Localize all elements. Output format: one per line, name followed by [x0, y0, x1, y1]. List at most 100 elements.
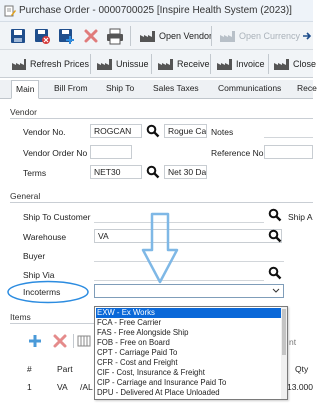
factory-icon — [140, 31, 155, 42]
search-icon[interactable] — [268, 229, 282, 243]
save-new-icon[interactable] — [58, 28, 74, 44]
reference-field[interactable] — [264, 145, 313, 159]
incoterm-option-fca[interactable]: FCA - Free Carrier — [96, 318, 286, 328]
search-icon[interactable] — [146, 124, 160, 138]
toolbar-separator — [130, 26, 131, 46]
notes-label: Notes — [211, 127, 234, 137]
arrow-right-icon[interactable] — [302, 31, 312, 41]
toolbar-separator — [151, 54, 152, 74]
incoterms-label: Incoterms — [23, 287, 61, 297]
items-toolbar-tail: nt — [289, 337, 297, 347]
unissue-button[interactable]: Unissue — [96, 57, 149, 71]
search-icon[interactable] — [146, 165, 160, 179]
vendor-divider — [10, 118, 313, 119]
invoice-label: Invoice — [236, 59, 265, 69]
vendor-order-field[interactable] — [90, 145, 132, 159]
invoice-icon — [217, 59, 232, 70]
incoterm-option-cip[interactable]: CIP - Carriage and Insurance Paid To — [96, 378, 286, 388]
vendor-name-field[interactable]: Rogue Can — [164, 124, 207, 138]
tab-strip: Main Bill From Ship To Sales Taxes Commu… — [0, 80, 317, 99]
incoterm-option-dpu[interactable]: DPU - Delivered At Place Unloaded — [96, 388, 286, 398]
invoice-button[interactable]: Invoice — [216, 57, 265, 71]
toolbar-separator — [268, 54, 269, 74]
incoterm-option-cfr[interactable]: CFR - Cost and Freight — [96, 358, 286, 368]
dropdown-scrollbar[interactable] — [281, 307, 287, 399]
buyer-field[interactable] — [94, 248, 284, 262]
col-qty-header: Qty — [295, 364, 309, 374]
open-vendor-label: Open Vendor — [159, 31, 213, 41]
toolbar-actions: Refresh Prices Unissue Receive Invoice C… — [0, 50, 316, 78]
save-icon[interactable] — [10, 28, 26, 44]
row-part[interactable]: /AL — [80, 382, 93, 392]
tab-main[interactable]: Main — [11, 80, 40, 99]
open-currency-button[interactable]: Open Currency — [219, 29, 300, 43]
refresh-prices-button[interactable]: Refresh Prices — [11, 57, 89, 71]
tab-rece[interactable]: Rece — [297, 83, 317, 93]
unissue-icon — [97, 59, 112, 70]
add-icon[interactable] — [27, 333, 43, 349]
ship-to-customer-label: Ship To Customer — [23, 212, 91, 222]
general-section-heading: General — [10, 191, 41, 201]
vendor-order-label: Vendor Order No — [23, 148, 88, 158]
grid-columns-icon[interactable] — [77, 335, 91, 347]
tab-communications[interactable]: Communications — [218, 83, 281, 93]
incoterms-dropdown-list: EXW - Ex Works FCA - Free Carrier FAS - … — [94, 306, 288, 400]
title-bar: Purchase Order - 0000700025 [Inspire Hea… — [0, 0, 313, 22]
print-icon[interactable] — [106, 27, 124, 45]
notes-field[interactable] — [264, 124, 313, 138]
col-hash-header: # — [27, 364, 32, 374]
remove-icon[interactable] — [52, 333, 68, 349]
incoterm-option-fas[interactable]: FAS - Free Alongside Ship — [96, 328, 286, 338]
delete-icon[interactable] — [83, 28, 99, 44]
toolbar-top: Open Vendor Open Currency — [0, 22, 313, 50]
toolbar-separator — [210, 54, 211, 74]
toolbar-separator — [211, 26, 212, 46]
search-icon[interactable] — [268, 266, 282, 280]
items-section-heading: Items — [10, 312, 31, 322]
terms-label: Terms — [23, 168, 47, 178]
incoterms-select[interactable] — [94, 284, 284, 298]
search-icon[interactable] — [268, 208, 282, 222]
close-order-icon — [274, 59, 289, 70]
buyer-label: Buyer — [23, 251, 46, 261]
ship-address-label: Ship A — [288, 212, 313, 222]
open-currency-label: Open Currency — [239, 31, 301, 41]
terms-field[interactable]: NET30 — [90, 165, 142, 179]
annotation-arrow-icon — [141, 212, 179, 284]
toolbar-separator — [73, 334, 74, 348]
terms-desc-field[interactable]: Net 30 Day — [164, 165, 207, 179]
refresh-prices-label: Refresh Prices — [30, 59, 90, 69]
tab-sales-taxes[interactable]: Sales Taxes — [153, 83, 199, 93]
close-label: Close — [293, 59, 317, 69]
vendor-no-field[interactable]: ROGCAN — [90, 124, 142, 138]
tab-bill-from[interactable]: Bill From — [54, 83, 88, 93]
chevron-down-icon[interactable] — [272, 288, 280, 294]
warehouse-label: Warehouse — [23, 232, 67, 242]
row-qty[interactable]: 13.000 — [287, 382, 313, 392]
items-divider — [10, 323, 94, 324]
receive-button[interactable]: Receive — [157, 57, 210, 71]
warehouse-field[interactable]: VA — [94, 229, 282, 243]
incoterm-option-cif[interactable]: CIF - Cost, Insurance & Freight — [96, 368, 286, 378]
incoterm-option-exw[interactable]: EXW - Ex Works — [96, 308, 286, 318]
tab-ship-to[interactable]: Ship To — [106, 83, 134, 93]
close-button[interactable]: Close — [273, 57, 316, 71]
vendor-section-heading: Vendor — [10, 107, 37, 117]
row-number: 1 — [27, 382, 32, 392]
incoterm-option-cpt[interactable]: CPT - Carriage Paid To — [96, 348, 286, 358]
open-vendor-button[interactable]: Open Vendor — [139, 29, 212, 43]
unissue-label: Unissue — [116, 59, 149, 69]
row-warehouse[interactable]: VA — [57, 382, 68, 392]
dropdown-scrollbar-thumb[interactable] — [282, 309, 286, 355]
vendor-no-label: Vendor No. — [23, 127, 66, 137]
general-divider — [10, 202, 313, 203]
refresh-prices-icon — [12, 59, 26, 70]
receive-icon — [158, 59, 173, 70]
save-close-icon[interactable] — [34, 28, 50, 44]
receive-label: Receive — [177, 59, 210, 69]
document-pencil-icon — [4, 5, 16, 17]
reference-label: Reference No — [211, 148, 264, 158]
currency-icon — [220, 31, 235, 42]
incoterm-option-fob[interactable]: FOB - Free on Board — [96, 338, 286, 348]
toolbar-separator — [90, 54, 91, 74]
